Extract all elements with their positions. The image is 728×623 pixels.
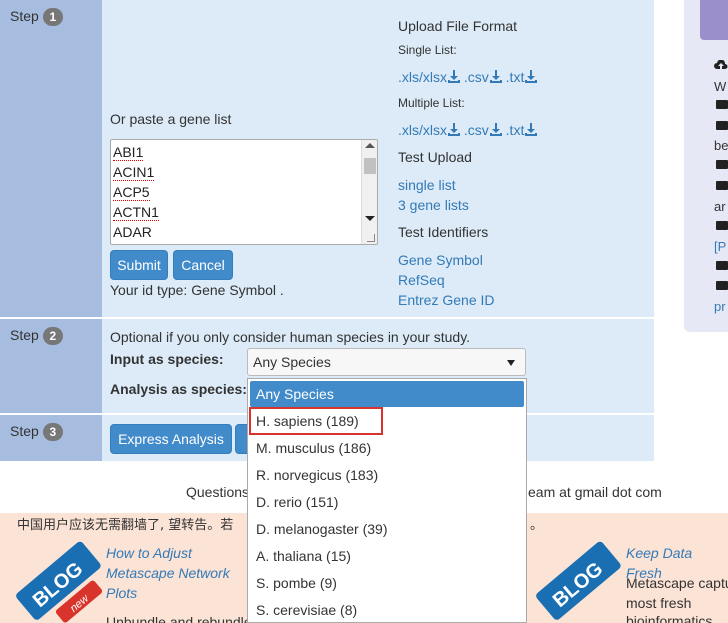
cloud-upload-icon bbox=[714, 60, 728, 69]
resize-handle-icon[interactable] bbox=[367, 234, 375, 242]
species-option[interactable]: S. cerevisiae (8) bbox=[250, 597, 524, 622]
blog-right-summary-1: Metascape captu bbox=[626, 575, 728, 591]
gene-symbol-link[interactable]: Gene Symbol bbox=[398, 252, 483, 268]
species-option[interactable]: D. rerio (151) bbox=[250, 489, 524, 515]
scroll-thumb[interactable] bbox=[364, 158, 376, 174]
species-option[interactable]: D. melanogaster (39) bbox=[250, 516, 524, 542]
analysis-species-label: Analysis as species: bbox=[110, 381, 247, 397]
side-item-link[interactable]: pr bbox=[714, 299, 726, 314]
cancel-button[interactable]: Cancel bbox=[173, 250, 233, 280]
step3-label: Step bbox=[10, 423, 39, 439]
test-upload-title: Test Upload bbox=[398, 149, 472, 165]
side-item-text: be bbox=[714, 138, 728, 153]
comment-icon bbox=[716, 100, 728, 109]
download-icon[interactable] bbox=[489, 70, 502, 83]
gene-list-line: ACP5 bbox=[113, 184, 150, 201]
species-option[interactable]: S. pombe (9) bbox=[250, 570, 524, 596]
single-txt-link[interactable]: .txt bbox=[506, 69, 525, 85]
single-xls-link[interactable]: .xls/xlsx bbox=[398, 69, 447, 85]
blog-badge-icon: BLOG bbox=[536, 541, 621, 620]
side-panel-header bbox=[700, 0, 728, 40]
input-species-select[interactable]: Any Species bbox=[247, 348, 526, 376]
upload-format-title: Upload File Format bbox=[398, 18, 518, 34]
questions-text: Questions bbox=[186, 484, 250, 500]
step1-label: Step bbox=[10, 8, 39, 24]
comment-icon bbox=[716, 281, 728, 290]
download-icon[interactable] bbox=[448, 70, 460, 83]
blog-right-summary-2: most fresh bbox=[626, 595, 692, 611]
side-item-text: ar bbox=[714, 199, 726, 214]
step2-cell: Step 2 bbox=[0, 319, 102, 413]
blog-left-summary: Unbundle and rebundle bbox=[106, 614, 252, 623]
multiple-list-formats: .xls/xlsx .csv .txt bbox=[398, 122, 538, 138]
side-item-text: W bbox=[714, 79, 727, 94]
species-option[interactable]: A. thaliana (15) bbox=[250, 543, 524, 569]
express-analysis-button[interactable]: Express Analysis bbox=[110, 424, 232, 454]
gene-list-textarea[interactable]: ABI1 ACIN1 ACP5 ACTN1 ADAR bbox=[110, 139, 378, 245]
blog-left-title-1[interactable]: How to Adjust bbox=[106, 543, 192, 563]
side-item-link[interactable]: [P bbox=[714, 239, 726, 254]
step3-number-badge: 3 bbox=[42, 423, 63, 441]
blog-badge-icon: BLOG new bbox=[16, 541, 103, 623]
comment-icon bbox=[716, 221, 728, 230]
comment-icon bbox=[716, 160, 728, 169]
test-identifiers-title: Test Identifiers bbox=[398, 224, 489, 240]
comment-icon bbox=[716, 181, 728, 190]
species-option[interactable]: M. musculus (186) bbox=[250, 435, 524, 461]
single-list-label: Single List: bbox=[398, 43, 457, 57]
id-type-text: Your id type: Gene Symbol . bbox=[110, 282, 284, 298]
step1-number-badge: 1 bbox=[42, 8, 63, 26]
step3-cell: Step 3 bbox=[0, 415, 102, 461]
refseq-link[interactable]: RefSeq bbox=[398, 272, 445, 288]
download-icon[interactable] bbox=[525, 123, 538, 136]
chinese-notice-tail: 。 bbox=[530, 518, 544, 533]
download-icon[interactable] bbox=[525, 70, 538, 83]
blog-left-title-2[interactable]: Metascape Network bbox=[106, 563, 230, 583]
single-list-sample-link[interactable]: single list bbox=[398, 177, 456, 193]
entrez-gene-id-link[interactable]: Entrez Gene ID bbox=[398, 292, 495, 308]
chinese-notice-text: 中国用户应该无需翻墙了, 望转告。若 bbox=[17, 518, 234, 533]
step1-cell: Step 1 bbox=[0, 0, 102, 317]
highlight-box bbox=[249, 407, 383, 435]
step2-label: Step bbox=[10, 327, 39, 343]
multi-xls-link[interactable]: .xls/xlsx bbox=[398, 122, 447, 138]
step2-number-badge: 2 bbox=[42, 327, 63, 345]
multi-txt-link[interactable]: .txt bbox=[506, 122, 525, 138]
scroll-up-icon[interactable] bbox=[365, 143, 375, 148]
single-csv-link[interactable]: .csv bbox=[464, 69, 489, 85]
gene-list-line: ACIN1 bbox=[113, 164, 155, 181]
contact-email-text: eam at gmail dot com bbox=[528, 484, 662, 500]
species-option[interactable]: R. norvegicus (183) bbox=[250, 462, 524, 488]
book-icon bbox=[716, 261, 728, 270]
blog-left-title-3[interactable]: Plots bbox=[106, 583, 137, 603]
blog-right-summary-3: bioinformatics bbox=[626, 613, 713, 623]
multiple-list-label: Multiple List: bbox=[398, 96, 465, 110]
download-icon[interactable] bbox=[448, 123, 460, 136]
single-list-formats: .xls/xlsx .csv .txt bbox=[398, 69, 538, 85]
download-icon[interactable] bbox=[489, 123, 502, 136]
submit-button[interactable]: Submit bbox=[110, 250, 168, 280]
multi-csv-link[interactable]: .csv bbox=[464, 122, 489, 138]
three-gene-lists-link[interactable]: 3 gene lists bbox=[398, 197, 469, 213]
optional-species-note: Optional if you only consider human spec… bbox=[110, 329, 471, 345]
scroll-down-icon[interactable] bbox=[365, 216, 375, 221]
comment-icon bbox=[716, 121, 728, 130]
gene-list-line: ACTN1 bbox=[113, 204, 159, 221]
selected-species-value: Any Species bbox=[253, 354, 331, 370]
paste-gene-list-label: Or paste a gene list bbox=[110, 111, 232, 127]
chevron-down-icon bbox=[507, 360, 515, 366]
input-species-label: Input as species: bbox=[110, 351, 224, 367]
gene-list-line: ABI1 bbox=[113, 144, 144, 161]
species-option[interactable]: Any Species bbox=[250, 381, 524, 407]
gene-list-line: ADAR bbox=[113, 224, 152, 240]
textarea-scrollbar[interactable] bbox=[361, 140, 377, 244]
